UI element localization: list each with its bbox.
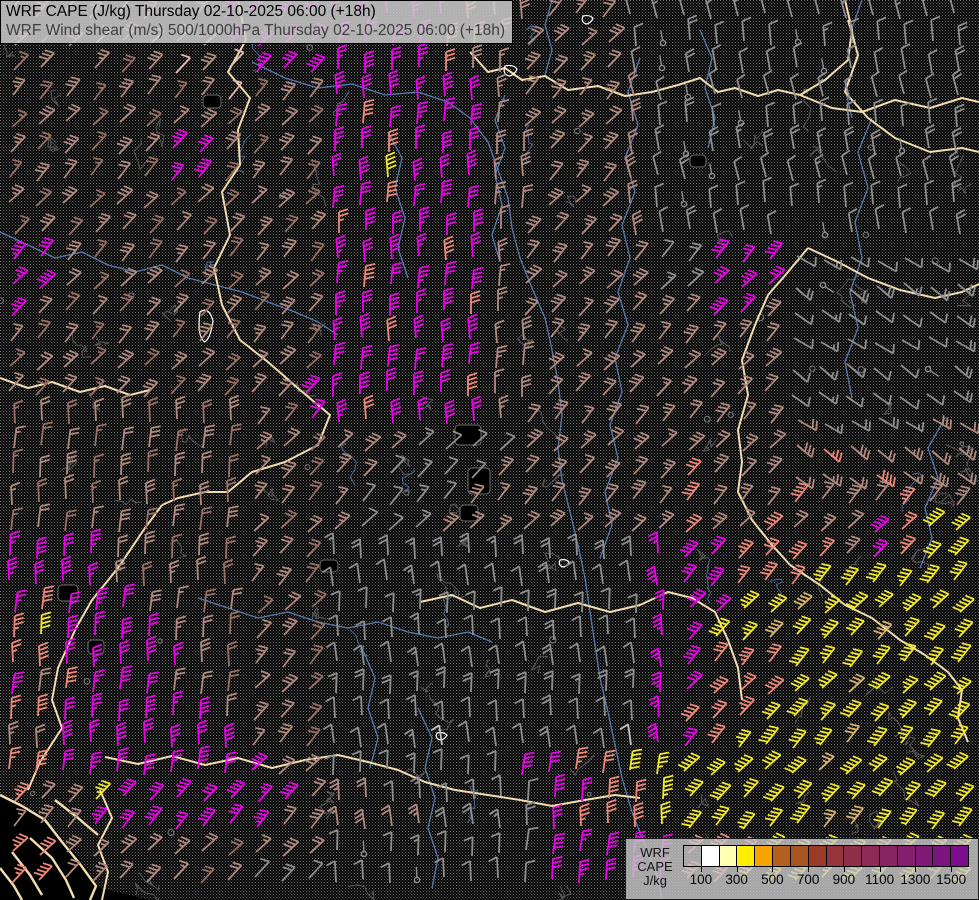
legend-color-box [827, 846, 845, 866]
weather-map-canvas [0, 0, 979, 900]
legend-label: WRF CAPE J/kg [634, 845, 676, 899]
legend-tick-label: 700 [797, 872, 820, 887]
legend-color-box [933, 846, 951, 866]
wrf-weather-map-screen: WRF CAPE (J/kg) Thursday 02-10-2025 06:0… [0, 0, 979, 900]
legend-color-box [702, 846, 720, 866]
legend-tick-label: 300 [725, 872, 748, 887]
legend-color-box [880, 846, 898, 866]
legend-tick-label: 1100 [865, 872, 894, 887]
legend-color-box [755, 846, 773, 866]
legend-color-box [916, 846, 934, 866]
legend-color-box [951, 846, 968, 866]
legend-color-box [862, 846, 880, 866]
legend-label-variable: CAPE [634, 860, 676, 874]
legend-colorbar [683, 845, 969, 867]
legend-color-box [720, 846, 738, 866]
legend-color-box [791, 846, 809, 866]
legend-color-box [898, 846, 916, 866]
legend-color-box [684, 846, 702, 866]
legend-tick-label: 1500 [936, 872, 966, 887]
legend-label-model: WRF [634, 846, 676, 860]
legend-tick-label: 500 [761, 872, 784, 887]
legend-color-box [809, 846, 827, 866]
title-line-cape: WRF CAPE (J/kg) Thursday 02-10-2025 06:0… [6, 2, 505, 21]
legend-scale: 100 300 500 700 900 1100 1300 1500 [683, 845, 969, 899]
legend-color-box [844, 846, 862, 866]
legend-tick-label: 1300 [900, 872, 930, 887]
legend-label-unit: J/kg [634, 874, 676, 888]
title-line-shear: WRF Wind shear (m/s) 500/1000hPa Thursda… [6, 21, 505, 40]
legend-tick-row: 100 300 500 700 900 1100 1300 1500 [683, 867, 969, 891]
legend-color-box [737, 846, 755, 866]
cape-legend: WRF CAPE J/kg 100 300 500 700 900 1100 1300 150… [625, 838, 979, 900]
legend-tick-label: 100 [690, 872, 713, 887]
legend-color-box [773, 846, 791, 866]
legend-tick-label: 900 [833, 872, 856, 887]
title-box: WRF CAPE (J/kg) Thursday 02-10-2025 06:0… [0, 0, 513, 44]
